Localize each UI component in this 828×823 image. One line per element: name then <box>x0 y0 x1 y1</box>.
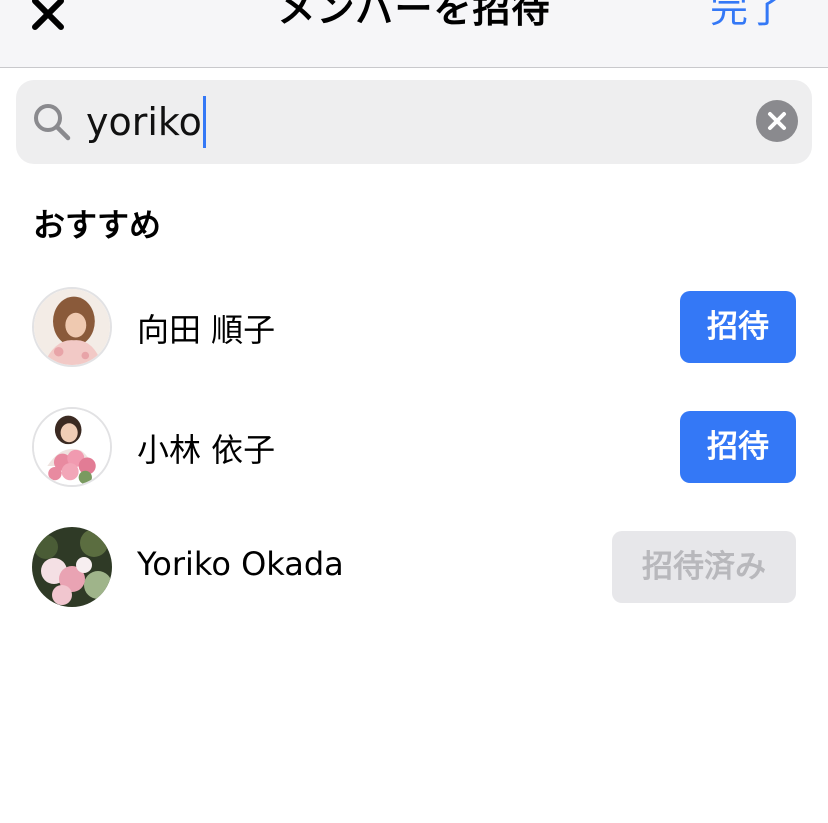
clear-search-button[interactable] <box>756 100 798 142</box>
invite-button[interactable]: 招待 <box>680 411 796 483</box>
member-name: 小林 依子 <box>137 431 276 469</box>
avatar <box>32 407 112 487</box>
member-row: 向田 順子 招待 <box>0 287 828 387</box>
section-title-recommended: おすすめ <box>33 206 162 244</box>
done-button[interactable]: 完了 <box>710 0 786 33</box>
clear-icon <box>768 112 786 130</box>
search-input-value: yoriko <box>86 100 202 144</box>
text-caret <box>202 95 206 148</box>
member-name: 向田 順子 <box>137 311 276 349</box>
invite-button[interactable]: 招待 <box>680 291 796 363</box>
member-name: Yoriko Okada <box>137 545 344 583</box>
member-row: Yoriko Okada 招待済み <box>0 527 828 627</box>
member-row: 小林 依子 招待 <box>0 407 828 507</box>
search-icon <box>34 104 71 141</box>
navigation-bar: メンバーを招待 完了 <box>0 0 828 68</box>
page-title: メンバーを招待 <box>277 0 551 31</box>
search-bar[interactable]: yoriko <box>16 80 812 164</box>
avatar <box>32 287 112 367</box>
invited-button: 招待済み <box>612 531 796 603</box>
avatar <box>32 527 112 607</box>
search-input[interactable]: yoriko <box>86 94 206 150</box>
